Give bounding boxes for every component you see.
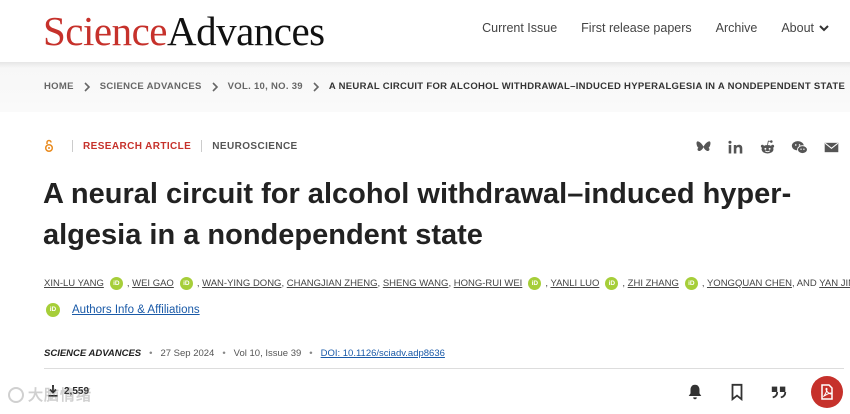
publication-info: SCIENCE ADVANCES • 27 Sep 2024 • Vol 10,…: [44, 348, 445, 359]
author-link[interactable]: YANLI LUO: [550, 278, 599, 289]
chevron-down-icon: [819, 25, 829, 32]
breadcrumb-article: A NEURAL CIRCUIT FOR ALCOHOL WITHDRAWAL–…: [328, 81, 846, 92]
orcid-icon[interactable]: iD: [46, 303, 60, 317]
chevron-right-icon: [212, 81, 218, 92]
article-type[interactable]: RESEARCH ARTICLE: [83, 141, 191, 152]
linkedin-icon[interactable]: [726, 138, 744, 156]
affiliations-row: iD Authors Info & Affiliations: [44, 303, 200, 317]
watermark: 大脑情绪: [8, 384, 92, 405]
separator-dot: •: [309, 348, 313, 359]
watermark-logo-icon: [8, 386, 24, 403]
nav-about[interactable]: About: [781, 21, 830, 35]
open-access-icon: [44, 139, 54, 153]
logo-advances: Advances: [166, 8, 325, 54]
article-title: A neural circuit for alcohol withdrawal–…: [43, 178, 792, 251]
author-link[interactable]: YAN JIN: [819, 278, 850, 289]
breadcrumb-home[interactable]: HOME: [44, 81, 74, 92]
bookmark-icon[interactable]: [727, 382, 747, 402]
breadcrumb: HOME SCIENCE ADVANCES VOL. 10, NO. 39 A …: [44, 81, 845, 92]
author-link[interactable]: YONGQUAN CHEN: [707, 278, 792, 289]
divider: [72, 140, 73, 152]
site-header: ScienceAdvances Current Issue First rele…: [0, 0, 850, 62]
main-nav: Current Issue First release papers Archi…: [482, 21, 830, 35]
article-meta-row: RESEARCH ARTICLE NEUROSCIENCE: [44, 139, 298, 153]
alert-bell-icon[interactable]: [685, 382, 705, 402]
author-link[interactable]: HONG-RUI WEI: [454, 278, 523, 289]
bluesky-icon[interactable]: [694, 138, 712, 156]
journal-name[interactable]: SCIENCE ADVANCES: [44, 348, 141, 359]
authors-affiliations-link[interactable]: Authors Info & Affiliations: [72, 304, 200, 316]
orcid-icon[interactable]: iD: [605, 277, 619, 290]
nav-about-label: About: [781, 21, 814, 35]
author-link[interactable]: ZHI ZHANG: [628, 278, 679, 289]
orcid-icon[interactable]: iD: [684, 277, 698, 290]
separator-dot: •: [222, 348, 226, 359]
article-tools: [685, 376, 843, 408]
reddit-icon[interactable]: [758, 138, 776, 156]
chevron-right-icon: [313, 81, 320, 92]
separator-dot: •: [149, 348, 153, 359]
orcid-icon[interactable]: iD: [179, 277, 193, 290]
email-icon[interactable]: [822, 138, 840, 156]
breadcrumb-issue[interactable]: VOL. 10, NO. 39: [228, 81, 303, 92]
wechat-icon[interactable]: [790, 138, 808, 156]
orcid-icon[interactable]: iD: [109, 277, 123, 290]
chevron-right-icon: [84, 81, 90, 92]
divider: [201, 140, 203, 152]
author-list: XIN-LU YANG iD, WEI GAO iD, WAN-YING DONG,…: [44, 277, 850, 290]
watermark-text: 大脑情绪: [28, 387, 93, 404]
article-subject[interactable]: NEUROSCIENCE: [212, 141, 297, 152]
nav-archive[interactable]: Archive: [716, 21, 758, 35]
cite-quote-icon[interactable]: [769, 382, 789, 402]
nav-first-release[interactable]: First release papers: [581, 21, 691, 35]
journal-logo[interactable]: ScienceAdvances: [43, 8, 325, 54]
section-divider: [44, 368, 844, 369]
author-link[interactable]: SHENG WANG: [383, 278, 449, 289]
author-link[interactable]: CHANGJIAN ZHENG: [287, 278, 378, 289]
author-link[interactable]: WEI GAO: [132, 278, 174, 289]
orcid-icon[interactable]: iD: [528, 277, 542, 290]
volume-issue[interactable]: Vol 10, Issue 39: [234, 348, 302, 359]
pdf-icon[interactable]: [811, 376, 843, 408]
authors-and: , AND: [791, 278, 817, 290]
nav-current-issue[interactable]: Current Issue: [482, 21, 557, 35]
author-link[interactable]: XIN-LU YANG: [44, 278, 104, 289]
share-bar: [694, 138, 840, 156]
breadcrumb-journal[interactable]: SCIENCE ADVANCES: [100, 81, 202, 92]
author-link[interactable]: WAN-YING DONG: [202, 278, 281, 289]
doi-link[interactable]: DOI: 10.1126/sciadv.adp8636: [321, 348, 445, 359]
publish-date: 27 Sep 2024: [160, 348, 215, 359]
logo-science: Science: [43, 8, 167, 54]
